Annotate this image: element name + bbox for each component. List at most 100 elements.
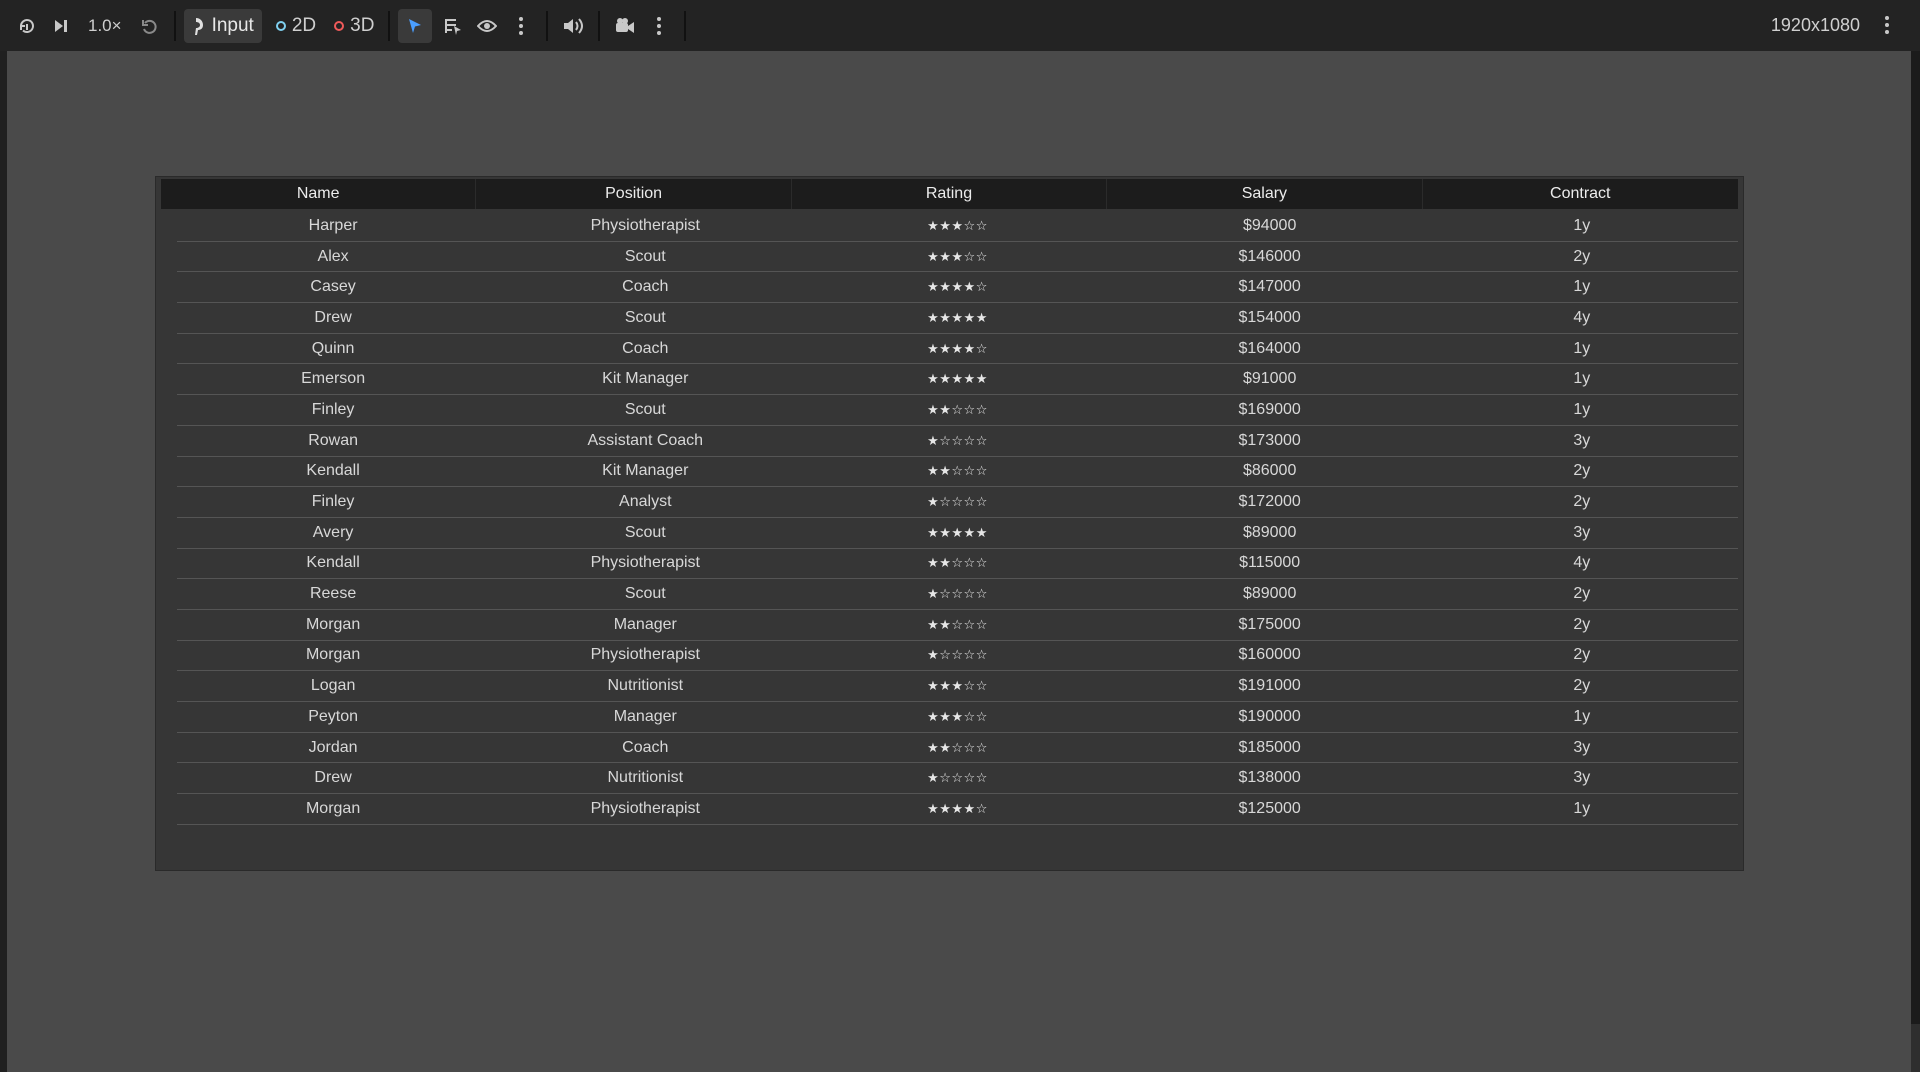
cell-rating: ★★☆☆☆ xyxy=(927,463,988,479)
cell-position: Scout xyxy=(624,585,666,603)
cell-rating: ★★★★★ xyxy=(927,524,988,540)
table-row[interactable]: Quinn Coach ★★★★☆ $164000 1y xyxy=(177,334,1738,365)
table-row[interactable]: Morgan Manager ★★☆☆☆ $175000 2y xyxy=(177,610,1738,641)
cell-name: Finley xyxy=(311,493,355,511)
table-row[interactable]: Morgan Physiotherapist ★☆☆☆☆ $160000 2y xyxy=(177,641,1738,672)
table-row[interactable]: Jordan Coach ★★☆☆☆ $185000 3y xyxy=(177,733,1738,764)
cell-salary: $115000 xyxy=(1239,554,1301,572)
mode-2d-button[interactable]: 2D xyxy=(270,9,322,43)
table-header: Name Position Rating Salary Contract xyxy=(161,179,1738,209)
column-header-name[interactable]: Name xyxy=(161,179,477,209)
cell-salary: $91000 xyxy=(1242,370,1297,388)
table-row[interactable]: Emerson Kit Manager ★★★★★ $91000 1y xyxy=(177,364,1738,396)
input-toggle-button[interactable]: Input xyxy=(183,8,262,43)
table-row[interactable]: Finley Analyst ★☆☆☆☆ $172000 2y xyxy=(177,487,1738,518)
table-row[interactable]: Kendall Kit Manager ★★☆☆☆ $86000 2y xyxy=(177,457,1738,488)
column-header-salary[interactable]: Salary xyxy=(1107,179,1423,209)
cell-contract: 1y xyxy=(1573,216,1591,234)
cell-salary: $89000 xyxy=(1242,585,1297,603)
cell-position: Physiotherapist xyxy=(590,554,700,572)
table-row[interactable]: Casey Coach ★★★★☆ $147000 1y xyxy=(177,272,1738,304)
cell-salary: $89000 xyxy=(1242,523,1297,541)
step-button[interactable] xyxy=(44,9,78,43)
cell-rating: ★★★★☆ xyxy=(927,279,988,295)
list-select-button[interactable] xyxy=(436,9,470,43)
table-row[interactable]: Finley Scout ★★☆☆☆ $169000 1y xyxy=(177,395,1738,426)
cell-name: Morgan xyxy=(305,615,361,633)
cell-salary: $164000 xyxy=(1238,339,1301,357)
eye-icon xyxy=(477,19,498,33)
audio-button[interactable] xyxy=(556,9,590,43)
table-row[interactable]: Avery Scout ★★★★★ $89000 3y xyxy=(177,518,1738,549)
camera-button[interactable] xyxy=(608,9,642,43)
cell-contract: 2y xyxy=(1573,677,1591,695)
cell-name: Casey xyxy=(310,278,356,296)
step-icon xyxy=(52,17,70,35)
cell-rating: ★★★★★ xyxy=(927,371,988,387)
cell-contract: 2y xyxy=(1573,247,1591,265)
mode-3d-label: 3D xyxy=(350,14,375,36)
cell-contract: 2y xyxy=(1573,462,1591,480)
cell-contract: 3y xyxy=(1573,523,1591,541)
cell-salary: $147000 xyxy=(1238,278,1301,296)
toolbar-divider xyxy=(684,10,687,41)
cell-position: Analyst xyxy=(619,493,672,511)
cell-contract: 2y xyxy=(1573,585,1591,603)
cell-contract: 4y xyxy=(1573,308,1591,326)
cell-name: Morgan xyxy=(305,646,361,664)
select-mode-button[interactable] xyxy=(398,8,433,43)
cell-contract: 3y xyxy=(1573,431,1591,449)
table-row[interactable]: Rowan Assistant Coach ★☆☆☆☆ $173000 3y xyxy=(177,426,1738,457)
scrollbar-thumb[interactable] xyxy=(1911,1024,1920,1072)
cell-position: Coach xyxy=(622,339,669,357)
more-icon xyxy=(1884,15,1890,35)
audio-icon xyxy=(562,17,584,35)
cell-rating: ★★★☆☆ xyxy=(927,678,988,694)
camera-options-button[interactable] xyxy=(642,9,676,43)
table-row[interactable]: Logan Nutritionist ★★★☆☆ $191000 2y xyxy=(177,671,1738,702)
cell-rating: ★☆☆☆☆ xyxy=(927,770,988,786)
toolbar-divider xyxy=(546,10,549,41)
cell-contract: 1y xyxy=(1573,707,1591,725)
cell-rating: ★★☆☆☆ xyxy=(927,401,988,417)
table-row[interactable]: Morgan Physiotherapist ★★★★☆ $125000 1y xyxy=(177,794,1738,825)
cell-position: Scout xyxy=(624,523,666,541)
cell-name: Drew xyxy=(314,308,352,326)
refresh-button[interactable] xyxy=(10,9,44,43)
table-row[interactable]: Drew Nutritionist ★☆☆☆☆ $138000 3y xyxy=(177,763,1738,795)
cell-name: Kendall xyxy=(306,554,360,572)
cell-rating: ★☆☆☆☆ xyxy=(927,647,988,663)
more-options-button[interactable] xyxy=(504,9,538,43)
table-row[interactable]: Drew Scout ★★★★★ $154000 4y xyxy=(177,303,1738,334)
visibility-button[interactable] xyxy=(470,9,504,43)
column-header-position[interactable]: Position xyxy=(476,179,792,209)
toolbar-divider xyxy=(598,10,601,41)
cell-salary: $138000 xyxy=(1238,769,1301,787)
viewport-menu-button[interactable] xyxy=(1870,8,1904,42)
cell-name: Drew xyxy=(314,769,352,787)
column-header-rating[interactable]: Rating xyxy=(792,179,1108,209)
cell-position: Manager xyxy=(613,615,677,633)
cell-position: Scout xyxy=(624,308,666,326)
viewport-scrollbar[interactable] xyxy=(1911,51,1920,1072)
table-row[interactable]: Reese Scout ★☆☆☆☆ $89000 2y xyxy=(177,579,1738,610)
cell-rating: ★☆☆☆☆ xyxy=(927,494,988,510)
table-row[interactable]: Harper Physiotherapist ★★★☆☆ $94000 1y xyxy=(177,211,1738,242)
cell-name: Reese xyxy=(309,585,357,603)
camera-icon xyxy=(614,17,636,35)
table-row[interactable]: Peyton Manager ★★★☆☆ $190000 1y xyxy=(177,702,1738,733)
input-label: Input xyxy=(211,14,254,36)
speed-button[interactable]: 1.0× xyxy=(78,9,132,43)
table-row[interactable]: Alex Scout ★★★☆☆ $146000 2y xyxy=(177,242,1738,273)
roster-table-panel: Name Position Rating Salary Contract Harper P… xyxy=(155,176,1744,871)
table-row[interactable]: Kendall Physiotherapist ★★☆☆☆ $115000 4y xyxy=(177,549,1738,580)
reset-speed-button[interactable] xyxy=(132,9,166,43)
cell-salary: $154000 xyxy=(1238,308,1301,326)
cell-rating: ★★☆☆☆ xyxy=(927,739,988,755)
cell-salary: $172000 xyxy=(1238,493,1301,511)
column-header-contract[interactable]: Contract xyxy=(1423,179,1738,209)
editor-toolbar: 1.0× Input 2D 3D 1920x1080 xyxy=(0,0,1920,51)
mode-3d-button[interactable]: 3D xyxy=(328,9,380,43)
cell-salary: $125000 xyxy=(1238,799,1301,817)
cell-rating: ★☆☆☆☆ xyxy=(927,586,988,602)
